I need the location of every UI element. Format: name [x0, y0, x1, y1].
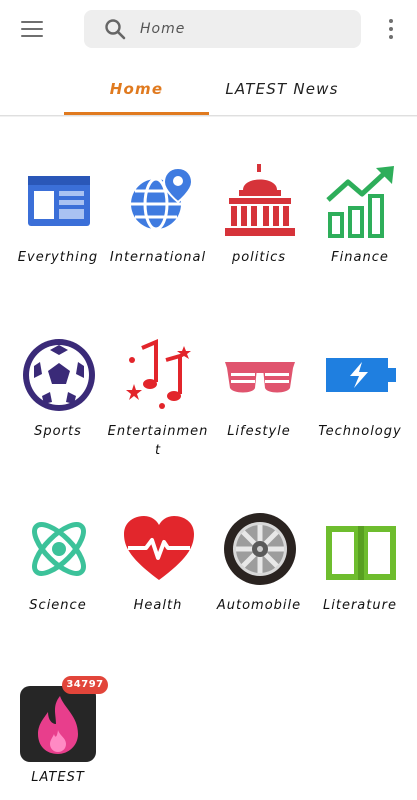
category-international[interactable]: International — [110, 164, 205, 304]
search-input[interactable]: Home — [140, 21, 185, 37]
shutter-glasses-icon — [225, 362, 295, 393]
latest-label: LATEST — [31, 770, 85, 785]
category-label: Sports — [34, 424, 82, 439]
heartbeat-icon — [124, 516, 194, 580]
category-label: Finance — [331, 250, 389, 265]
flame-icon — [38, 696, 78, 754]
search-bar[interactable]: Home — [84, 10, 361, 48]
category-technology[interactable]: Technology — [315, 338, 405, 478]
newspaper-icon — [28, 176, 90, 226]
category-label: politics — [231, 250, 287, 265]
category-lifestyle[interactable]: Lifestyle — [214, 338, 304, 478]
more-options-icon[interactable] — [387, 19, 395, 41]
soccer-ball-icon — [23, 339, 95, 411]
menu-icon[interactable] — [21, 21, 43, 37]
category-science[interactable]: Science — [13, 512, 103, 652]
category-finance[interactable]: Finance — [315, 164, 405, 304]
category-label: Technology — [318, 424, 402, 439]
capitol-building-icon — [225, 164, 295, 236]
category-label: International — [109, 250, 207, 265]
category-everything[interactable]: Everything — [13, 164, 103, 304]
category-label: Health — [133, 598, 183, 613]
latest-tile[interactable] — [20, 686, 96, 762]
tab-bar: Home LATEST News — [0, 66, 417, 117]
growth-chart-icon — [326, 166, 394, 238]
music-notes-icon — [126, 338, 191, 409]
tab-home[interactable]: Home — [64, 66, 209, 114]
charging-battery-icon — [326, 358, 396, 392]
category-label: Entertainment — [107, 424, 209, 458]
category-label: Automobile — [216, 598, 302, 613]
globe-location-icon — [131, 166, 194, 231]
category-sports[interactable]: Sports — [13, 338, 103, 478]
category-label: Literature — [323, 598, 397, 613]
category-automobile[interactable]: Automobile — [214, 512, 304, 652]
category-politics[interactable]: politics — [214, 164, 304, 304]
car-wheel-icon — [224, 513, 296, 585]
top-app-bar: Home — [0, 0, 417, 60]
open-book-icon — [326, 526, 396, 580]
category-health[interactable]: Health — [113, 512, 203, 652]
category-entertainment[interactable]: Entertainment — [108, 338, 207, 478]
atom-icon — [32, 522, 86, 576]
tab-latest-news[interactable]: LATEST News — [213, 66, 351, 114]
category-label: Lifestyle — [227, 424, 291, 439]
category-label: Science — [29, 598, 87, 613]
search-icon — [105, 19, 126, 40]
category-label: Everything — [17, 250, 99, 265]
category-literature[interactable]: Literature — [315, 512, 405, 652]
tab-divider — [0, 115, 417, 117]
latest-count-badge: 34797 — [62, 676, 108, 694]
